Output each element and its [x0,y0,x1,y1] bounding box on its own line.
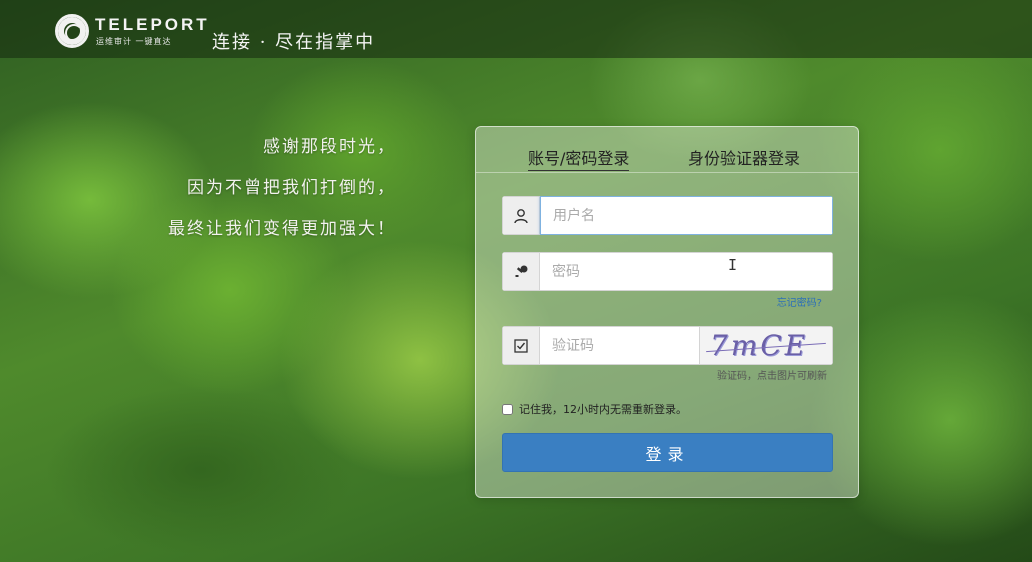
key-icon [502,252,540,291]
header-slogan: 连接 · 尽在指掌中 [212,32,376,53]
poem-line: 因为不曾把我们打倒的， [187,178,396,198]
text-cursor-icon: I [728,256,738,274]
user-icon [502,196,540,235]
remember-me-checkbox[interactable] [502,403,513,415]
checkbox-icon [502,326,540,365]
username-input[interactable] [540,196,833,235]
top-header: TELEPORT 运维审计 一键直达 连接 · 尽在指掌中 [0,0,1032,58]
captcha-field: 7mCE [502,326,833,365]
captcha-hint: 验证码，点击图片可刷新 [717,371,827,382]
forgot-password-link[interactable]: 忘记密码? [777,294,822,309]
username-field [502,196,833,235]
password-input[interactable] [540,252,833,291]
login-tabs: 账号/密码登录 身份验证器登录 [476,127,858,173]
captcha-image[interactable]: 7mCE [700,326,833,365]
remember-me[interactable]: 记住我，12小时内无需重新登录。 [502,401,687,417]
login-button[interactable]: 登录 [502,433,833,472]
tab-authenticator[interactable]: 身份验证器登录 [688,145,800,169]
logo-text: TELEPORT [95,15,210,34]
captcha-input[interactable] [540,326,700,365]
password-field [502,252,833,291]
tab-account-password[interactable]: 账号/密码登录 [528,145,630,171]
teleport-logo-icon [55,14,89,48]
poem-line: 感谢那段时光， [263,137,396,157]
login-panel: 账号/密码登录 身份验证器登录 忘记密码? 7mCE 验证码，点击图片可刷新 记… [475,126,859,498]
poem: 感谢那段时光， 因为不曾把我们打倒的， 最终让我们变得更加强大！ [168,134,396,257]
remember-me-label: 记住我，12小时内无需重新登录。 [519,403,687,416]
poem-line: 最终让我们变得更加强大！ [168,219,396,239]
logo-subtitle: 运维审计 一键直达 [96,37,172,46]
